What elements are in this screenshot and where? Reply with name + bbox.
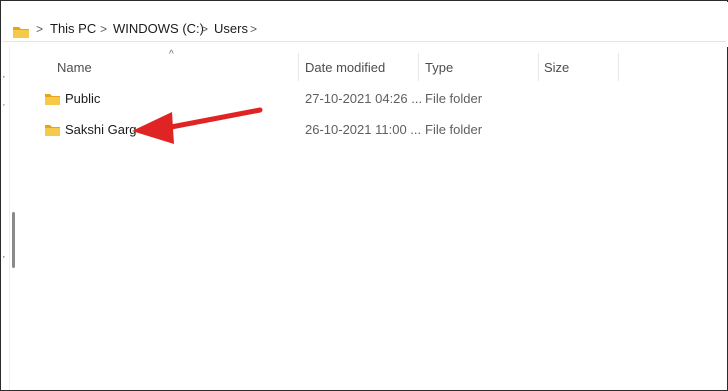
- breadcrumb: > This PC > WINDOWS (C:) > Users >: [2, 11, 726, 42]
- nav-item-icon[interactable]: ·: [2, 251, 6, 263]
- file-type: File folder: [425, 91, 483, 106]
- chevron-right-icon[interactable]: >: [36, 22, 43, 36]
- column-divider[interactable]: [298, 53, 299, 81]
- file-name[interactable]: Public: [65, 86, 100, 112]
- folder-icon: [13, 27, 29, 38]
- column-divider[interactable]: [618, 53, 619, 81]
- file-name[interactable]: Sakshi Garg: [65, 117, 137, 143]
- nav-item-icon[interactable]: ·: [2, 71, 6, 83]
- address-bar[interactable]: > This PC > WINDOWS (C:) > Users >: [2, 2, 728, 47]
- list-item[interactable]: Public 27-10-2021 04:26 ... File folder: [41, 86, 701, 112]
- breadcrumb-users[interactable]: Users: [214, 21, 248, 37]
- column-header-type[interactable]: Type: [425, 57, 453, 79]
- breadcrumb-windows-c[interactable]: WINDOWS (C:): [113, 21, 204, 37]
- column-divider[interactable]: [418, 53, 419, 81]
- list-item[interactable]: Sakshi Garg 26-10-2021 11:00 ... File fo…: [41, 117, 701, 143]
- folder-icon: [45, 125, 60, 136]
- folder-icon: [45, 94, 60, 105]
- sort-ascending-icon: ^: [169, 49, 174, 60]
- breadcrumb-this-pc[interactable]: This PC: [50, 21, 96, 37]
- file-explorer-window: > This PC > WINDOWS (C:) > Users > · · ·…: [0, 0, 728, 391]
- file-date-modified: 27-10-2021 04:26 ...: [305, 91, 423, 106]
- column-divider[interactable]: [538, 53, 539, 81]
- navigation-pane: · · ·: [1, 47, 10, 390]
- column-header-date-modified[interactable]: Date modified: [305, 57, 385, 79]
- column-header-name[interactable]: Name: [57, 57, 92, 79]
- file-date-modified: 26-10-2021 11:00 ...: [305, 122, 422, 137]
- chevron-right-icon[interactable]: >: [201, 22, 208, 36]
- file-type: File folder: [425, 122, 483, 137]
- nav-item-icon[interactable]: ·: [2, 99, 6, 111]
- column-header-size[interactable]: Size: [544, 57, 569, 79]
- chevron-right-icon[interactable]: >: [250, 22, 257, 36]
- navigation-scrollbar[interactable]: [12, 212, 15, 268]
- chevron-right-icon[interactable]: >: [100, 22, 107, 36]
